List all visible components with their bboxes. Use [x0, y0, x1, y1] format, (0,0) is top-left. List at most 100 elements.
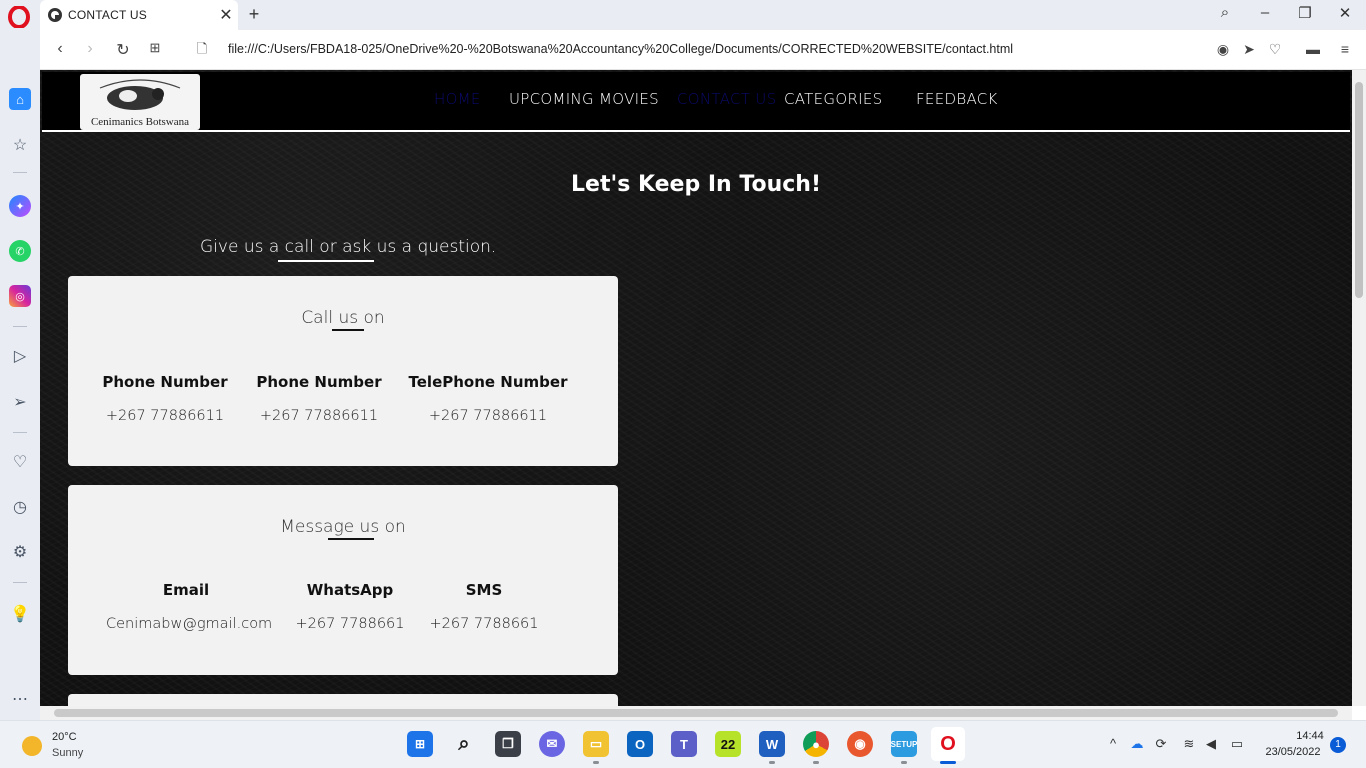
- search-tabs-icon[interactable]: ⌕: [1210, 4, 1240, 21]
- site-logo[interactable]: Cenimanics Botswana: [80, 74, 200, 130]
- telephone-number-label: TelePhone Number: [408, 373, 568, 391]
- running-indicator: [901, 761, 907, 764]
- sms-value: +267 7788661: [429, 616, 539, 632]
- reload-icon[interactable]: ↻: [113, 40, 133, 60]
- minimize-button[interactable]: –: [1250, 4, 1280, 21]
- weather-description[interactable]: Sunny: [52, 747, 83, 759]
- running-indicator: [769, 761, 775, 764]
- whatsapp-value: +267 7788661: [295, 616, 405, 632]
- setup-icon[interactable]: SETUP: [891, 731, 917, 757]
- whatsapp-icon[interactable]: ✆: [9, 240, 31, 262]
- home-icon[interactable]: ⌂: [9, 88, 31, 110]
- scroll-thumb[interactable]: [1355, 82, 1363, 298]
- more-icon[interactable]: ⋯: [9, 688, 31, 710]
- nav-categories[interactable]: CATEGORIES: [784, 90, 883, 108]
- sidebar-divider: [13, 432, 27, 433]
- contact-subtext-text: Give us a call or ask us a question.: [200, 237, 497, 257]
- chrome-icon[interactable]: ●: [803, 731, 829, 757]
- sidebar-divider: [13, 582, 27, 583]
- search-icon[interactable]: ⌕: [451, 731, 477, 757]
- heart-icon[interactable]: ♡: [1266, 41, 1284, 58]
- send-icon[interactable]: ➤: [1240, 41, 1258, 58]
- site-header: Cenimanics Botswana HOME UPCOMING MOVIES…: [42, 72, 1350, 132]
- new-tab-button[interactable]: +: [244, 4, 264, 25]
- close-window-button[interactable]: ✕: [1330, 4, 1360, 22]
- message-card: Message us on Email Cenimabw@gmail.com W…: [68, 485, 618, 675]
- tab-contact-us[interactable]: CONTACT US ✕: [40, 0, 238, 30]
- chat-icon[interactable]: ✉: [539, 731, 565, 757]
- sidebar: ⌂ ☆ ✦ ✆ ◎ ▷ ➢ ♡ ◷ ⚙ 💡 ⋯: [0, 30, 40, 720]
- outlook-icon[interactable]: O: [627, 731, 653, 757]
- start-icon[interactable]: ⊞: [407, 731, 433, 757]
- send-flow-icon[interactable]: ➢: [9, 391, 31, 413]
- file-icon: 🗋: [196, 41, 208, 56]
- restore-button[interactable]: ❐: [1290, 4, 1320, 22]
- globe-icon: [48, 8, 62, 22]
- settings-menu-icon[interactable]: ≡: [1336, 41, 1354, 57]
- url-field[interactable]: file:///C:/Users/FBDA18-025/OneDrive%20-…: [228, 42, 1013, 56]
- sync-icon[interactable]: ⟳: [1152, 736, 1170, 752]
- page-viewport: Cenimanics Botswana HOME UPCOMING MOVIES…: [40, 70, 1352, 706]
- running-indicator: [593, 761, 599, 764]
- phone-number-label: Phone Number: [102, 373, 228, 391]
- whatsapp-label: WhatsApp: [306, 581, 394, 599]
- subtext-underline: [278, 260, 374, 262]
- bookmarks-icon[interactable]: ☆: [9, 134, 31, 156]
- scroll-thumb[interactable]: [54, 709, 1338, 717]
- sun-icon[interactable]: [22, 736, 42, 756]
- instagram-icon[interactable]: ◎: [9, 285, 31, 307]
- file-explorer-icon[interactable]: ▭: [583, 731, 609, 757]
- clock-date[interactable]: 23/05/2022: [1258, 746, 1328, 758]
- telephone-number-value: +267 77886611: [428, 408, 548, 424]
- contact-subtext: Give us a call or ask us a question.: [200, 237, 497, 262]
- vertical-scrollbar[interactable]: [1352, 70, 1366, 706]
- horizontal-scrollbar[interactable]: [40, 706, 1352, 720]
- call-card-title: Call us on: [301, 308, 385, 328]
- nav-home[interactable]: HOME: [434, 90, 481, 108]
- teams-icon[interactable]: T: [671, 731, 697, 757]
- battery-saver-icon[interactable]: ▬: [1304, 41, 1322, 57]
- message-card-title: Message us on: [280, 517, 406, 537]
- notification-badge[interactable]: 1: [1330, 737, 1346, 753]
- nav-feedback[interactable]: FEEDBACK: [916, 90, 998, 108]
- call-card: Call us on Phone Number +267 77886611 Ph…: [68, 276, 618, 466]
- tabs-grid-icon[interactable]: ⊞: [145, 40, 165, 56]
- wifi-icon[interactable]: ≋: [1180, 736, 1198, 752]
- sidebar-divider: [13, 326, 27, 327]
- word-icon[interactable]: W: [759, 731, 785, 757]
- history-icon[interactable]: ◷: [9, 496, 31, 518]
- back-icon[interactable]: ‹: [50, 40, 70, 58]
- next-card: [68, 694, 618, 706]
- nav-contact-us[interactable]: CONTACT US: [677, 90, 776, 108]
- chevron-up-icon[interactable]: ^: [1104, 736, 1122, 751]
- address-bar: ‹ › ↻ ⊞ 🗋 file:///C:/Users/FBDA18-025/On…: [40, 30, 1366, 70]
- map-app-icon[interactable]: ◉: [847, 731, 873, 757]
- phone-number-value: +267 77886611: [259, 408, 379, 424]
- camera-icon[interactable]: ◉: [1214, 41, 1232, 58]
- player-icon[interactable]: ▷: [9, 345, 31, 367]
- battery-icon[interactable]: ▭: [1228, 736, 1246, 752]
- opera-taskbar-icon[interactable]: O: [931, 727, 965, 761]
- opera-logo-icon[interactable]: [8, 6, 30, 28]
- forward-icon[interactable]: ›: [80, 40, 100, 58]
- calendar-app-icon[interactable]: 22: [715, 731, 741, 757]
- logo-text: Cenimanics Botswana: [90, 116, 190, 128]
- messenger-icon[interactable]: ✦: [9, 195, 31, 217]
- sms-label: SMS: [465, 581, 503, 599]
- nav-upcoming-movies[interactable]: UPCOMING MOVIES: [509, 90, 659, 108]
- heart-icon[interactable]: ♡: [9, 451, 31, 473]
- call-card-underline: [332, 329, 364, 331]
- volume-icon[interactable]: ◀: [1202, 736, 1220, 752]
- close-tab-icon[interactable]: ✕: [214, 5, 238, 25]
- running-indicator: [813, 761, 819, 764]
- onedrive-icon[interactable]: ☁: [1128, 736, 1146, 752]
- settings-icon[interactable]: ⚙: [9, 541, 31, 563]
- clock-time[interactable]: 14:44: [1290, 730, 1330, 742]
- email-value: Cenimabw@gmail.com: [106, 616, 273, 632]
- phone-number-label: Phone Number: [256, 373, 382, 391]
- task-view-icon[interactable]: ❐: [495, 731, 521, 757]
- active-indicator: [940, 761, 956, 764]
- weather-temperature[interactable]: 20°C: [52, 731, 77, 743]
- lightbulb-icon[interactable]: 💡: [9, 603, 31, 625]
- sidebar-divider: [13, 172, 27, 173]
